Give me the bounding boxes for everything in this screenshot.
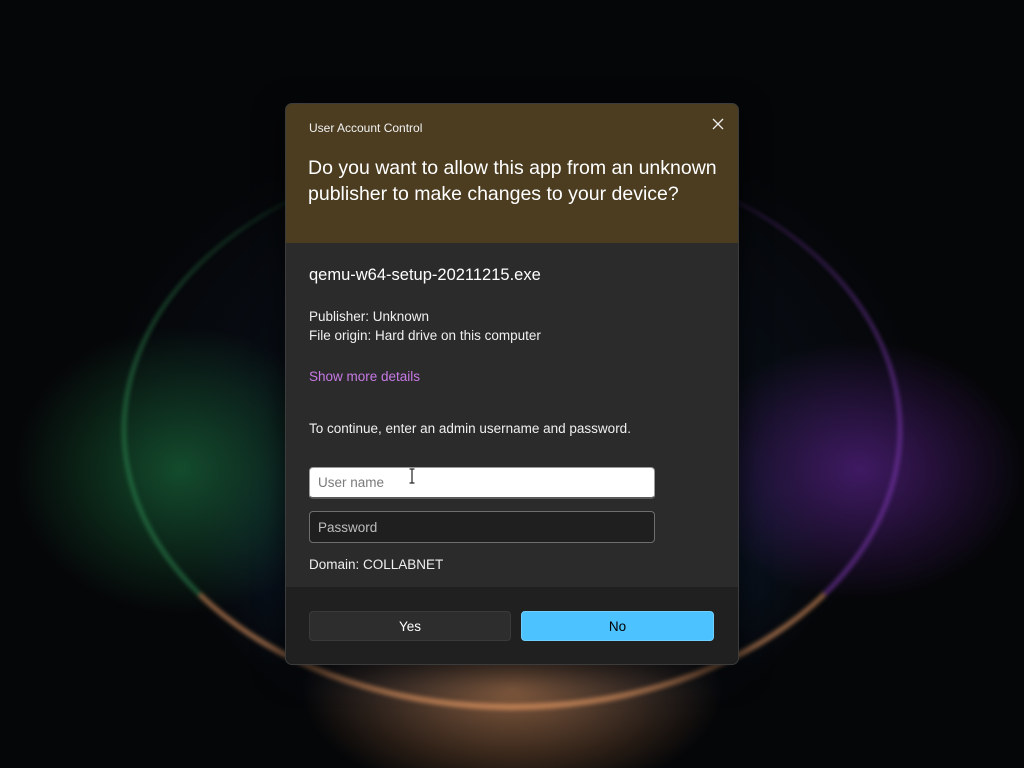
desktop-background: User Account Control Do you want to allo…: [0, 0, 1024, 768]
publisher-info: Publisher: Unknown: [309, 309, 430, 324]
uac-question: Do you want to allow this app from an un…: [308, 157, 717, 205]
password-input[interactable]: [309, 511, 655, 543]
close-button[interactable]: [706, 112, 730, 136]
text-cursor-icon: [409, 468, 415, 484]
file-origin-info: File origin: Hard drive on this computer: [309, 328, 541, 343]
uac-dialog: User Account Control Do you want to allo…: [285, 103, 739, 665]
username-input[interactable]: [309, 467, 655, 499]
domain-label: Domain: COLLABNET: [309, 557, 444, 572]
dialog-footer: Yes No: [286, 587, 738, 664]
credentials-instruction: To continue, enter an admin username and…: [309, 421, 631, 436]
show-more-details-link[interactable]: Show more details: [309, 369, 420, 384]
app-name: qemu-w64-setup-20211215.exe: [309, 266, 541, 284]
dialog-header: User Account Control Do you want to allo…: [286, 104, 738, 243]
close-icon: [712, 118, 724, 130]
dialog-title: User Account Control: [309, 121, 423, 135]
no-button[interactable]: No: [521, 611, 714, 641]
yes-button[interactable]: Yes: [309, 611, 511, 641]
